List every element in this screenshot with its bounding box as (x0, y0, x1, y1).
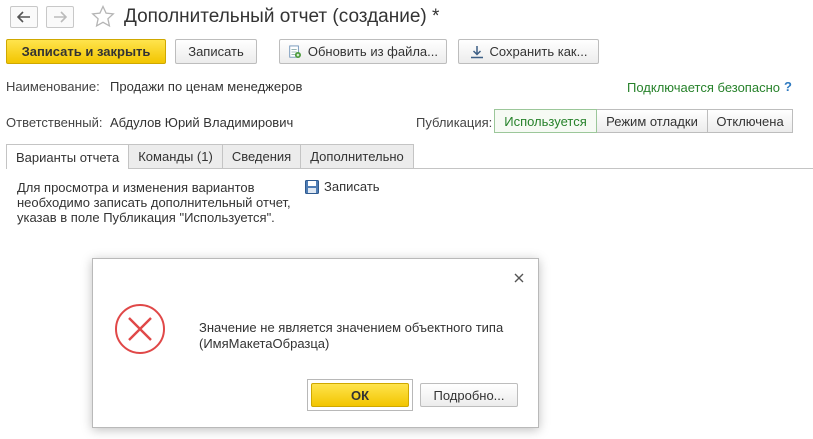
forward-button[interactable] (46, 6, 74, 28)
save-link-label: Записать (324, 179, 380, 194)
floppy-disk-icon (305, 179, 319, 194)
error-symbol (114, 303, 166, 358)
save-button[interactable]: Записать (175, 39, 257, 64)
page-title: Дополнительный отчет (создание) * (124, 6, 440, 27)
update-file-icon (289, 45, 301, 58)
publication-label: Публикация: (416, 115, 493, 130)
publication-option-debug[interactable]: Режим отладки (596, 109, 708, 133)
variants-note: Для просмотра и изменения вариантов необ… (17, 180, 291, 225)
error-message: Значение не является значением объектног… (199, 320, 503, 352)
publication-option-used[interactable]: Используется (494, 109, 597, 133)
ok-button-label: ОК (350, 387, 370, 403)
error-message-line-1: Значение не является значением объектног… (199, 320, 504, 335)
dialog-close-button[interactable] (511, 270, 527, 286)
error-circle-x-icon (115, 304, 165, 354)
save-label: Записать (188, 44, 244, 59)
tab-info[interactable]: Сведения (221, 144, 302, 168)
help-mark[interactable]: ? (784, 79, 792, 94)
save-and-close-label: Записать и закрыть (21, 44, 151, 59)
favorite-star-button[interactable] (91, 4, 115, 31)
save-and-close-button[interactable]: Записать и закрыть (6, 39, 166, 64)
back-button[interactable] (10, 6, 38, 28)
save-as-label: Сохранить как... (489, 44, 588, 59)
close-icon (514, 273, 524, 283)
name-label: Наименование: (6, 79, 100, 94)
tab-report-variants[interactable]: Варианты отчета (6, 144, 130, 169)
arrow-left-icon (17, 11, 30, 23)
download-icon (470, 45, 483, 58)
save-link[interactable]: Записать (305, 179, 380, 194)
error-dialog: Значение не является значением объектног… (92, 258, 539, 428)
details-button-label: Подробно... (433, 387, 505, 403)
update-from-file-label: Обновить из файла... (307, 44, 438, 59)
tab-commands[interactable]: Команды (1) (128, 144, 223, 168)
responsible-label: Ответственный: (6, 115, 103, 130)
tab-additional[interactable]: Дополнительно (300, 144, 414, 168)
secure-connection-link[interactable]: Подключается безопасно (627, 80, 780, 95)
star-icon (91, 4, 115, 28)
tab-bar: Варианты отчета Команды (1) Сведения Доп… (6, 144, 414, 169)
publication-selector[interactable]: Используется Режим отладки Отключена (494, 109, 793, 133)
ok-button[interactable]: ОК (311, 383, 409, 407)
publication-option-disabled[interactable]: Отключена (707, 109, 793, 133)
update-from-file-button[interactable]: Обновить из файла... (279, 39, 447, 64)
error-message-line-2: (ИмяМакетаОбразца) (199, 336, 330, 351)
details-button[interactable]: Подробно... (420, 383, 518, 407)
responsible-value[interactable]: Абдулов Юрий Владимирович (110, 115, 293, 130)
save-as-button[interactable]: Сохранить как... (458, 39, 599, 64)
name-value[interactable]: Продажи по ценам менеджеров (110, 79, 302, 94)
arrow-right-icon (54, 11, 67, 23)
